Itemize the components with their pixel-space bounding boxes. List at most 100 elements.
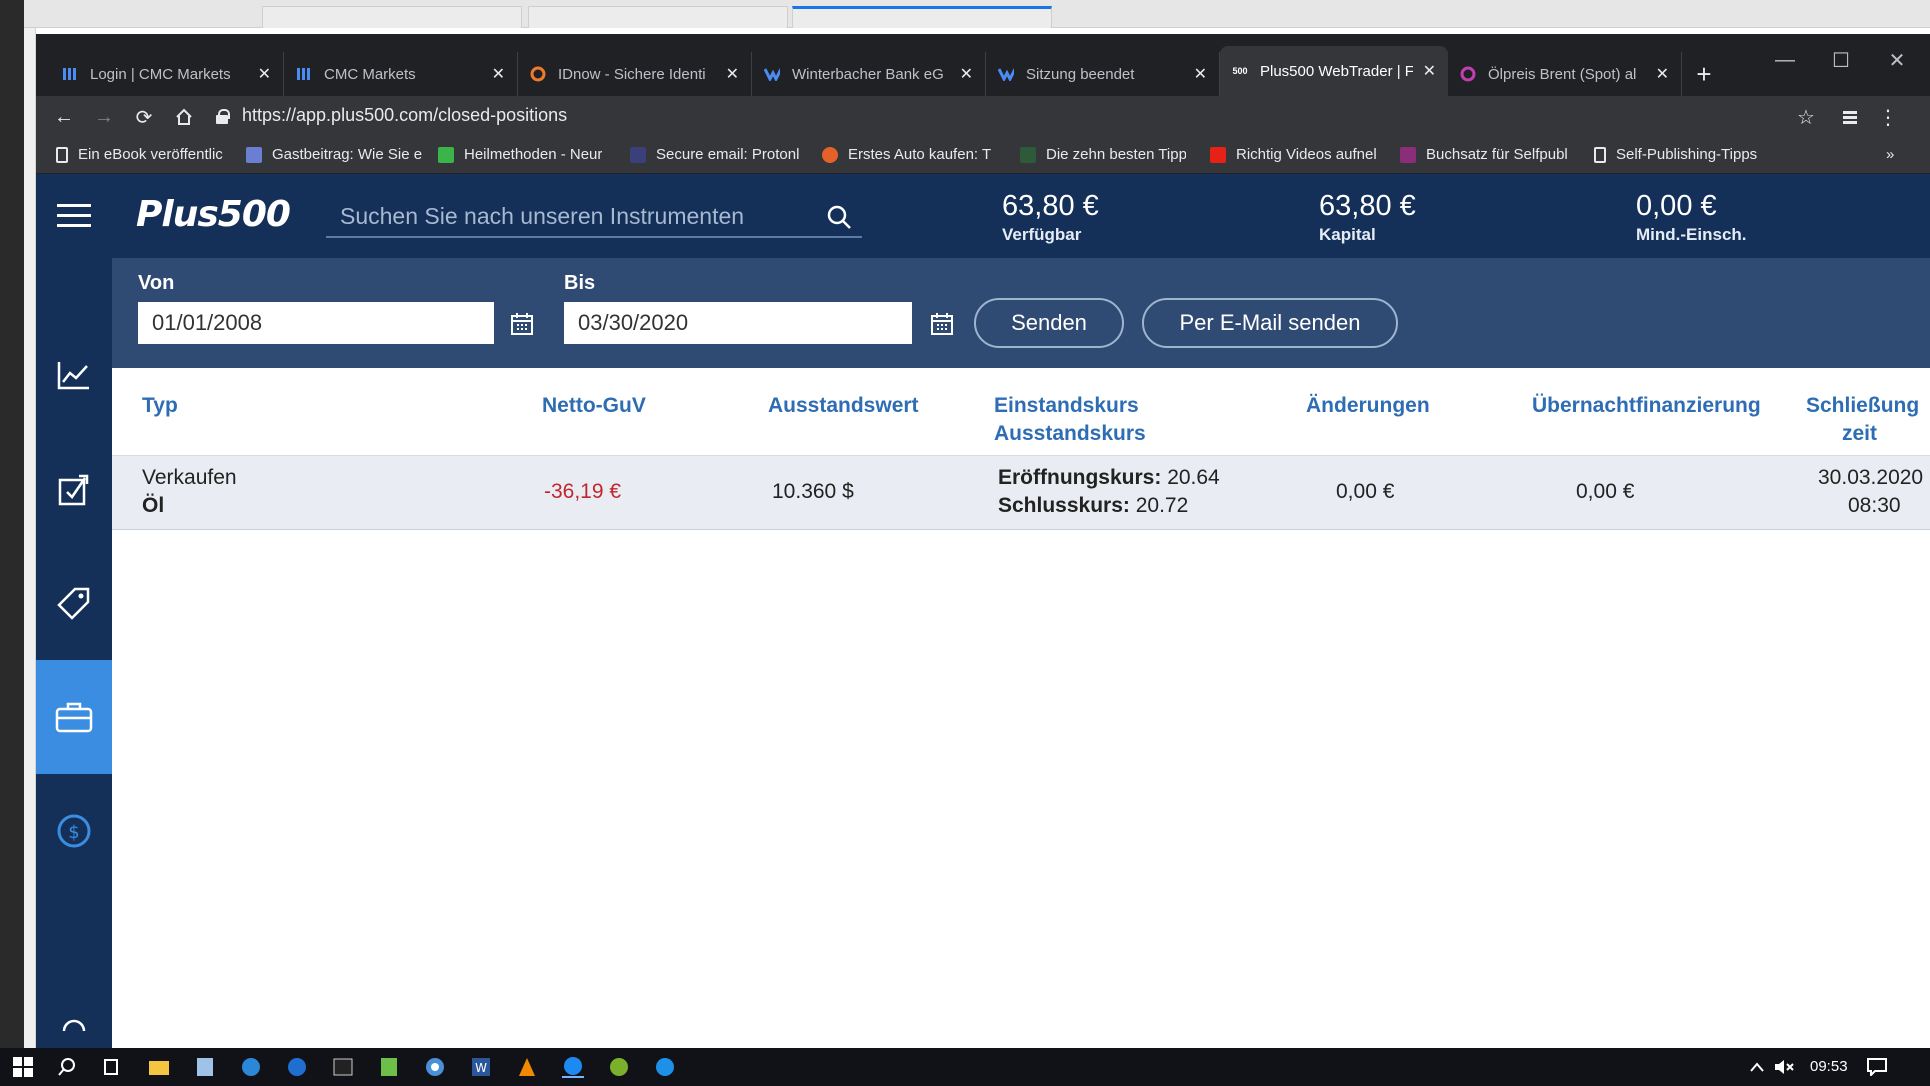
- app-icon[interactable]: [240, 1056, 262, 1078]
- hamburger-menu-button[interactable]: [36, 174, 112, 258]
- sidebar-item-closed-positions[interactable]: [36, 660, 112, 774]
- column-header-exposure[interactable]: Ausstandswert: [768, 392, 919, 420]
- chrome-icon[interactable]: [424, 1056, 446, 1078]
- search-input[interactable]: [326, 198, 806, 234]
- close-icon[interactable]: ✕: [1194, 64, 1207, 84]
- bookmark-label: Ein eBook veröffentlic: [78, 146, 223, 163]
- sidebar-item-funds[interactable]: $: [36, 774, 112, 888]
- close-icon[interactable]: ✕: [726, 64, 739, 84]
- background-tab: [528, 6, 788, 28]
- close-icon[interactable]: ✕: [960, 64, 973, 84]
- from-label: Von: [138, 272, 175, 294]
- calendar-icon[interactable]: [930, 312, 954, 336]
- svg-text:W: W: [475, 1061, 487, 1075]
- tab-cmc-markets[interactable]: CMC Markets ✕: [284, 52, 518, 96]
- notes-icon[interactable]: [378, 1056, 400, 1078]
- app-icon[interactable]: [608, 1056, 630, 1078]
- tab-plus500[interactable]: 500 Plus500 WebTrader | F ✕: [1220, 46, 1448, 96]
- windows-start-icon[interactable]: [12, 1056, 34, 1078]
- send-button[interactable]: Senden: [974, 298, 1124, 348]
- to-date-input[interactable]: [564, 302, 912, 344]
- close-window-button[interactable]: ✕: [1870, 40, 1924, 80]
- vlc-icon[interactable]: [516, 1056, 538, 1078]
- close-icon[interactable]: ✕: [1656, 64, 1669, 84]
- url-field[interactable]: https://app.plus500.com/closed-positions: [216, 105, 567, 126]
- notifications-icon[interactable]: [1866, 1056, 1888, 1078]
- bookmark-label: Gastbeitrag: Wie Sie e: [272, 146, 423, 163]
- sidebar-item-settings[interactable]: [36, 994, 112, 1048]
- tab-login-cmc[interactable]: Login | CMC Markets ✕: [50, 52, 284, 96]
- bookmark-item[interactable]: Self-Publishing-Tipps: [1594, 146, 1774, 163]
- volume-muted-icon[interactable]: [1774, 1056, 1796, 1078]
- tab-winterbacher-bank[interactable]: Winterbacher Bank eG ✕: [752, 52, 986, 96]
- terminal-icon[interactable]: [332, 1056, 354, 1078]
- close-rate-value: 20.72: [1135, 494, 1189, 517]
- column-header-changes[interactable]: Änderungen: [1306, 392, 1430, 420]
- close-icon[interactable]: ✕: [258, 64, 271, 84]
- menu-icon: [57, 204, 91, 227]
- column-header-net-pnl[interactable]: Netto-GuV: [542, 392, 646, 420]
- tab-idnow[interactable]: IDnow - Sichere Identi ✕: [518, 52, 752, 96]
- search-icon[interactable]: [826, 204, 852, 230]
- bookmark-star-icon[interactable]: ☆: [1792, 103, 1820, 131]
- tab-label: Plus500 WebTrader | F: [1260, 62, 1413, 80]
- column-header-close-time[interactable]: Schließung zeit: [1806, 392, 1930, 448]
- home-icon[interactable]: [170, 103, 198, 131]
- email-send-button[interactable]: Per E-Mail senden: [1142, 298, 1398, 348]
- bookmarks-more-button[interactable]: »: [1886, 146, 1894, 163]
- bookmark-label: Buchsatz für Selfpubl: [1426, 146, 1568, 163]
- extension-icon[interactable]: [1836, 103, 1864, 131]
- table-row[interactable]: Verkaufen Öl -36,19 € 10.360 $ Eröffnung…: [112, 456, 1930, 530]
- close-icon[interactable]: ✕: [492, 64, 505, 84]
- bookmark-item[interactable]: Secure email: Protonl: [630, 146, 808, 163]
- column-header-type[interactable]: Typ: [142, 392, 178, 420]
- tab-sitzung-beendet[interactable]: Sitzung beendet ✕: [986, 52, 1220, 96]
- from-date-input[interactable]: [138, 302, 494, 344]
- bookmark-item[interactable]: Buchsatz für Selfpubl: [1400, 146, 1580, 163]
- proton-icon: [630, 146, 646, 163]
- search-icon[interactable]: [56, 1056, 78, 1078]
- taskbar-clock[interactable]: 09:53: [1810, 1058, 1848, 1075]
- bookmark-item[interactable]: Erstes Auto kaufen: T: [822, 146, 992, 163]
- bookmark-item[interactable]: Gastbeitrag: Wie Sie e: [246, 146, 426, 163]
- maximize-button[interactable]: ☐: [1814, 40, 1868, 80]
- chevron-up-icon[interactable]: [1746, 1056, 1768, 1078]
- site-icon: [1400, 146, 1416, 163]
- background-tab: [262, 6, 522, 28]
- tab-oelpreis[interactable]: Ölpreis Brent (Spot) al ✕: [1448, 52, 1682, 96]
- messenger-icon[interactable]: [562, 1056, 584, 1078]
- edge-icon[interactable]: [654, 1056, 676, 1078]
- bookmark-item[interactable]: Richtig Videos aufnel: [1210, 146, 1380, 163]
- word-icon[interactable]: W: [470, 1056, 492, 1078]
- bluetooth-icon[interactable]: [286, 1056, 308, 1078]
- file-explorer-icon[interactable]: [148, 1056, 170, 1078]
- close-icon[interactable]: ✕: [1423, 61, 1436, 81]
- column-header-close-time-line1: Schließung: [1806, 394, 1920, 417]
- menu-kebab-icon[interactable]: ⋮: [1874, 103, 1902, 131]
- sidebar-item-positions[interactable]: [36, 432, 112, 546]
- new-tab-button[interactable]: +: [1688, 52, 1720, 96]
- tab-label: Ölpreis Brent (Spot) al: [1488, 65, 1637, 83]
- forward-icon[interactable]: →: [90, 103, 118, 131]
- calendar-icon[interactable]: [510, 312, 534, 336]
- sidebar-item-orders[interactable]: [36, 546, 112, 660]
- search-box[interactable]: [326, 198, 862, 238]
- plus500-logo[interactable]: Plus500: [136, 194, 291, 235]
- column-header-overnight[interactable]: Übernachtfinanzierung: [1532, 392, 1761, 420]
- bookmark-item[interactable]: Die zehn besten Tipp: [1020, 146, 1186, 163]
- stat-equity: 63,80 € Kapital: [1319, 190, 1416, 245]
- notepad-icon[interactable]: [194, 1056, 216, 1078]
- column-header-rates[interactable]: Einstandskurs Ausstandskurs: [994, 392, 1146, 448]
- stat-label: Kapital: [1319, 225, 1376, 244]
- to-label: Bis: [564, 272, 596, 294]
- tag-icon: [57, 587, 90, 620]
- reload-icon[interactable]: ⟳: [130, 103, 158, 131]
- bookmark-item[interactable]: Heilmethoden - Neur: [438, 146, 608, 163]
- tab-label: IDnow - Sichere Identi: [558, 65, 706, 83]
- minimize-button[interactable]: —: [1758, 40, 1812, 80]
- task-view-icon[interactable]: [100, 1056, 122, 1078]
- sidebar-item-trade[interactable]: [36, 318, 112, 432]
- trade-direction: Verkaufen: [142, 466, 237, 489]
- bookmark-item[interactable]: Ein eBook veröffentlic: [56, 146, 234, 163]
- back-icon[interactable]: ←: [50, 103, 78, 131]
